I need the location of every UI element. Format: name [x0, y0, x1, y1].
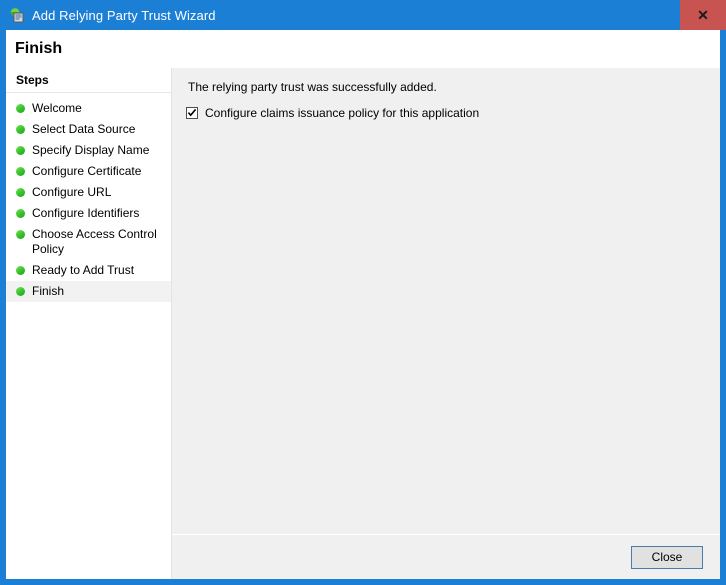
sidebar-item-label: Configure URL	[32, 185, 112, 199]
sidebar-item-label: Configure Identifiers	[32, 206, 140, 220]
step-status-icon	[16, 188, 25, 197]
sidebar-item-specify-display-name[interactable]: Specify Display Name	[6, 140, 171, 161]
wizard-shield-icon	[9, 7, 25, 23]
step-status-icon	[16, 125, 25, 134]
body-split: Steps Welcome Select Data Source Specify…	[6, 68, 720, 534]
checkbox-label: Configure claims issuance policy for thi…	[205, 106, 480, 120]
sidebar-item-select-data-source[interactable]: Select Data Source	[6, 119, 171, 140]
configure-claims-policy-row[interactable]: Configure claims issuance policy for thi…	[186, 106, 708, 120]
success-message: The relying party trust was successfully…	[188, 80, 437, 94]
window-title: Add Relying Party Trust Wizard	[32, 7, 216, 23]
sidebar-item-configure-identifiers[interactable]: Configure Identifiers	[6, 203, 171, 224]
wizard-window: Add Relying Party Trust Wizard ✕ Finish …	[0, 0, 726, 585]
sidebar-item-welcome[interactable]: Welcome	[6, 98, 171, 119]
sidebar-item-label: Ready to Add Trust	[32, 263, 135, 277]
client-area: Finish Steps Welcome Select Data Source	[6, 30, 720, 579]
page-title: Finish	[15, 40, 63, 57]
step-status-icon	[16, 230, 25, 239]
steps-header: Steps	[6, 70, 171, 93]
sidebar-item-label: Configure Certificate	[32, 164, 142, 178]
content-panel: The relying party trust was successfully…	[172, 68, 720, 534]
sidebar-item-choose-access-control-policy[interactable]: Choose Access Control Policy	[6, 224, 171, 260]
close-window-button[interactable]: ✕	[680, 0, 726, 30]
sidebar-item-label: Welcome	[32, 101, 82, 115]
step-status-icon	[16, 287, 25, 296]
close-button[interactable]: Close	[631, 545, 703, 569]
footer-sidebar-filler	[6, 534, 172, 579]
title-bar: Add Relying Party Trust Wizard ✕	[0, 0, 726, 30]
sidebar-item-label: Choose Access Control Policy	[32, 227, 157, 256]
sidebar-item-configure-certificate[interactable]: Configure Certificate	[6, 161, 171, 182]
steps-list: Welcome Select Data Source Specify Displ…	[6, 98, 171, 302]
step-status-icon	[16, 146, 25, 155]
step-status-icon	[16, 167, 25, 176]
sidebar-item-finish[interactable]: Finish	[6, 281, 171, 302]
sidebar-item-ready-to-add-trust[interactable]: Ready to Add Trust	[6, 260, 171, 281]
sidebar-item-label: Select Data Source	[32, 122, 136, 136]
footer-bar: Close	[6, 534, 720, 579]
steps-sidebar: Steps Welcome Select Data Source Specify…	[6, 68, 172, 534]
sidebar-item-label: Specify Display Name	[32, 143, 150, 157]
footer-actions: Close	[172, 545, 720, 569]
sidebar-item-configure-url[interactable]: Configure URL	[6, 182, 171, 203]
checkbox-checked-icon[interactable]	[186, 107, 198, 119]
step-status-icon	[16, 266, 25, 275]
sidebar-item-label: Finish	[32, 284, 65, 298]
step-status-icon	[16, 209, 25, 218]
step-status-icon	[16, 104, 25, 113]
header-band: Finish	[6, 30, 720, 68]
